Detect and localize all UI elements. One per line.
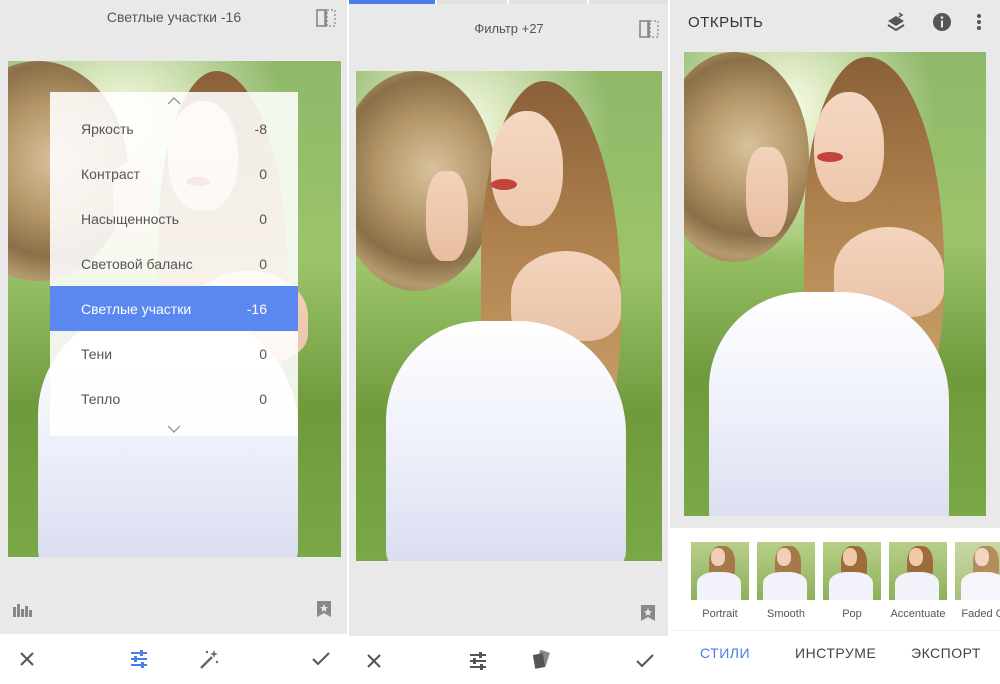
menu-item-shadows[interactable]: Тени 0 [50, 331, 298, 376]
looks-carousel: Portrait Smooth Pop Accentuate Faded G [670, 528, 1000, 630]
menu-item-label: Светлые участки [81, 300, 192, 317]
look-thumbnail [757, 542, 815, 600]
look-faded-glow[interactable]: Faded Gl [955, 542, 1000, 620]
bottom-toolbar [349, 636, 669, 684]
look-label: Accentuate [890, 608, 946, 620]
bottom-toolbar [0, 634, 348, 684]
menu-item-label: Тени [81, 345, 113, 362]
look-label: Faded Gl [961, 608, 1000, 620]
menu-item-highlights[interactable]: Светлые участки -16 [50, 286, 298, 331]
menu-item-ambiance[interactable]: Световой баланс 0 [50, 241, 298, 286]
sliders-icon[interactable] [129, 649, 149, 669]
main-screen-styles: ОТКРЫТЬ Portrait Smooth Pop Accentuate F… [670, 0, 1000, 684]
look-thumbnail [823, 542, 881, 600]
menu-item-label: Яркость [81, 120, 134, 137]
photo-preview[interactable] [684, 52, 986, 516]
look-label: Smooth [767, 608, 805, 620]
menu-item-label: Насыщенность [81, 210, 180, 227]
style-cards-icon[interactable] [531, 649, 551, 671]
app-header: ОТКРЫТЬ [670, 0, 1000, 44]
menu-item-label: Световой баланс [81, 255, 193, 272]
menu-item-value: -16 [246, 300, 267, 317]
menu-item-label: Тепло [81, 390, 121, 407]
menu-item-warmth[interactable]: Тепло 0 [50, 376, 298, 421]
open-button[interactable]: ОТКРЫТЬ [688, 14, 763, 31]
tool-tabs-strip [349, 0, 669, 4]
histogram-icon[interactable] [12, 601, 34, 617]
tab-styles[interactable]: СТИЛИ [700, 645, 750, 661]
menu-item-value: 0 [259, 255, 267, 272]
tab-export[interactable]: ЭКСПОРТ [911, 645, 981, 661]
compare-icon[interactable] [316, 9, 336, 27]
compare-icon[interactable] [639, 20, 659, 38]
sliders-icon[interactable] [468, 651, 488, 671]
adjustment-menu: Яркость -8 Контраст 0 Насыщенность 0 Све… [50, 92, 298, 436]
look-label: Portrait [702, 608, 738, 620]
menu-item-label: Контраст [81, 165, 141, 182]
check-icon[interactable] [312, 651, 330, 667]
info-icon[interactable] [932, 12, 952, 32]
look-thumbnail [955, 542, 1000, 600]
look-smooth[interactable]: Smooth [757, 542, 815, 620]
chevron-down-icon[interactable] [50, 422, 298, 436]
look-accentuate[interactable]: Accentuate [889, 542, 947, 620]
magic-wand-icon[interactable] [198, 649, 220, 671]
menu-item-value: -8 [254, 120, 267, 137]
look-pop[interactable]: Pop [823, 542, 881, 620]
menu-item-contrast[interactable]: Контраст 0 [50, 151, 298, 196]
look-portrait[interactable]: Portrait [691, 542, 749, 620]
bookmark-star-icon[interactable] [640, 604, 656, 622]
bookmark-star-icon[interactable] [316, 600, 332, 618]
menu-item-saturation[interactable]: Насыщенность 0 [50, 196, 298, 241]
look-label: Pop [842, 608, 862, 620]
look-thumbnail [691, 542, 749, 600]
close-icon[interactable] [19, 651, 35, 667]
menu-item-brightness[interactable]: Яркость -8 [50, 106, 298, 151]
page-title: Фильтр +27 [474, 21, 544, 36]
editor-panel-filter: Фильтр +27 [349, 0, 669, 684]
look-thumbnail [889, 542, 947, 600]
close-icon[interactable] [366, 653, 382, 669]
main-tabs: СТИЛИ ИНСТРУМЕ ЭКСПОРТ [670, 630, 1000, 684]
check-icon[interactable] [636, 653, 654, 669]
tab-tools[interactable]: ИНСТРУМЕ [795, 645, 876, 661]
editor-panel-tune-image: Светлые участки -16 Яркость -8 Контраст … [0, 0, 348, 684]
menu-item-value: 0 [259, 165, 267, 182]
photo-preview[interactable] [356, 71, 662, 561]
menu-item-value: 0 [259, 210, 267, 227]
photo-canvas [670, 44, 1000, 528]
page-title: Светлые участки -16 [106, 9, 242, 25]
menu-item-value: 0 [259, 390, 267, 407]
menu-item-value: 0 [259, 345, 267, 362]
layers-icon[interactable] [886, 12, 906, 34]
more-vert-icon[interactable] [976, 13, 982, 31]
